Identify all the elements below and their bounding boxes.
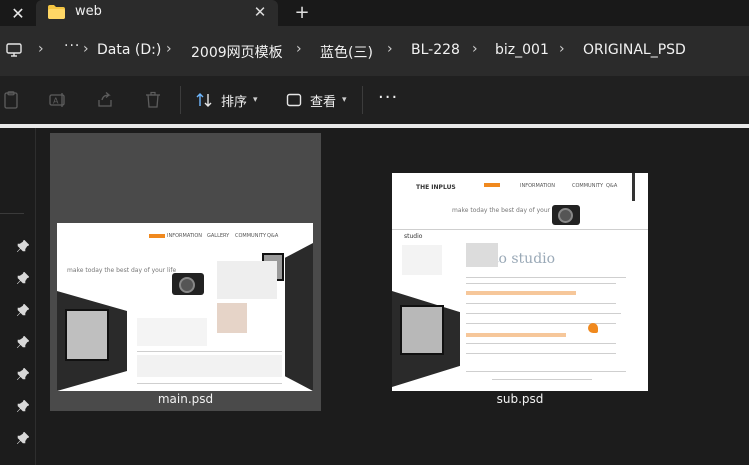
thumb-nav: COMMUNITY [572, 183, 604, 189]
breadcrumb-separator-icon[interactable]: › [387, 41, 393, 57]
breadcrumb-separator-icon[interactable]: › [559, 41, 565, 57]
delete-icon[interactable] [144, 91, 162, 109]
thumb-nav: INFORMATION [167, 233, 203, 239]
window-close-icon[interactable]: ✕ [8, 3, 28, 23]
thumb-nav: INFORMATION [520, 183, 556, 189]
address-bar[interactable]: › ··· › Data (D:) › 2009网页模板 › 蓝色(三) › B… [0, 26, 749, 76]
more-options-button[interactable]: ··· [378, 87, 398, 108]
tab-title: web [75, 4, 102, 19]
view-label: 查看 [310, 94, 337, 110]
nav-divider [0, 213, 24, 214]
chevron-down-icon: ▾ [253, 95, 258, 105]
this-pc-icon[interactable] [6, 42, 22, 58]
pin-icon[interactable] [17, 304, 29, 316]
pin-icon[interactable] [17, 368, 29, 380]
thumb-logo: THE INPLUS [416, 184, 456, 191]
file-thumbnail: THE INPLUS INFORMATION COMMUNITY Q&A mak… [392, 173, 648, 391]
toolbar-divider [362, 86, 363, 114]
breadcrumb-separator-icon[interactable]: › [296, 41, 302, 57]
sort-button[interactable]: 排序 ▾ [196, 90, 258, 110]
file-thumbnail: INFORMATION GALLERY COMMUNITY Q&A make t… [57, 223, 313, 391]
rename-icon[interactable]: A [49, 91, 67, 109]
breadcrumb-biz-001[interactable]: biz_001 [495, 42, 549, 58]
view-button[interactable]: 查看 ▾ [286, 90, 347, 110]
breadcrumb-data-drive[interactable]: Data (D:) [97, 42, 161, 58]
breadcrumb-separator-icon[interactable]: › [472, 41, 478, 57]
breadcrumb-blue-three[interactable]: 蓝色(三) [320, 42, 373, 62]
breadcrumb-overflow-button[interactable]: ··· [64, 38, 80, 54]
breadcrumb-bl-228[interactable]: BL-228 [411, 42, 460, 58]
thumb-nav: Q&A [267, 233, 279, 239]
tab-strip: ✕ web ✕ + [0, 0, 749, 26]
breadcrumb-2009-templates[interactable]: 2009网页模板 [191, 42, 283, 62]
new-tab-button[interactable]: + [292, 2, 312, 23]
pin-icon[interactable] [17, 240, 29, 252]
thumb-nav: Q&A [606, 183, 618, 189]
pin-icon[interactable] [17, 336, 29, 348]
pin-icon[interactable] [17, 400, 29, 412]
thumb-section: studio [404, 233, 423, 240]
folder-icon [48, 5, 65, 19]
paste-icon[interactable] [2, 91, 20, 109]
breadcrumb-separator-icon[interactable]: › [38, 41, 44, 57]
thumb-nav: COMMUNITY [235, 233, 267, 239]
toolbar-divider [180, 86, 181, 114]
file-item-sub-psd[interactable]: THE INPLUS INFORMATION COMMUNITY Q&A mak… [380, 133, 660, 411]
svg-text:A: A [53, 97, 59, 106]
sort-label: 排序 [221, 94, 248, 110]
thumb-tagline: make today the best day of your life [452, 207, 562, 214]
thumb-tagline: make today the best day of your life [67, 267, 177, 274]
pin-icon[interactable] [17, 272, 29, 284]
breadcrumb-separator-icon[interactable]: › [83, 41, 89, 57]
thumb-nav: GALLERY [207, 233, 230, 239]
tab-web[interactable]: web ✕ [36, 0, 278, 26]
chevron-down-icon: ▾ [342, 95, 347, 105]
share-icon[interactable] [96, 91, 114, 109]
command-toolbar: A 排序 ▾ 查看 ▾ ··· [0, 76, 749, 124]
file-name: sub.psd [496, 392, 544, 406]
navigation-pane [0, 128, 36, 465]
pin-icon[interactable] [17, 432, 29, 444]
sort-icon [196, 93, 212, 107]
breadcrumb-separator-icon[interactable]: › [166, 41, 172, 57]
tab-close-icon[interactable]: ✕ [251, 3, 269, 21]
view-icon [286, 93, 302, 107]
breadcrumb-original-psd[interactable]: ORIGINAL_PSD [583, 42, 686, 58]
file-item-main-psd[interactable]: INFORMATION GALLERY COMMUNITY Q&A make t… [50, 133, 321, 411]
file-list: INFORMATION GALLERY COMMUNITY Q&A make t… [37, 128, 749, 465]
file-name: main.psd [157, 392, 214, 406]
